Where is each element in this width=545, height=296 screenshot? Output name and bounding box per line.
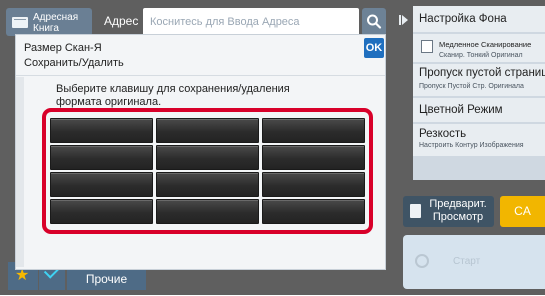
search-icon [367,14,382,29]
ok-button[interactable]: OK [364,38,384,58]
scan-size-dialog: Размер Скан-Я Сохранить/Удалить OK Выбер… [15,34,386,270]
right-settings-panel: Настройка Фона Медленное Сканирование Ск… [413,6,545,180]
preview-button[interactable]: Предварит. Просмотр [403,196,494,227]
start-button[interactable]: Старт [403,235,545,289]
setting-color-mode[interactable]: Цветной Режим [413,98,545,122]
panel-collapse-icon[interactable] [402,15,408,25]
size-key-1[interactable] [50,118,153,143]
setting-sharpness[interactable]: Резкость Настроить Контур Изображения [413,124,545,156]
highlight-frame [42,108,373,234]
slow-scan-checkbox[interactable] [421,40,433,53]
size-key-8[interactable] [156,172,259,197]
setting-background-adjust[interactable]: Настройка Фона [413,6,545,32]
dialog-edge [16,77,24,267]
preview-icon [410,204,421,218]
size-key-10[interactable] [50,199,153,224]
address-input[interactable]: Коснитесь для Ввода Адреса [143,8,359,36]
divider [16,75,385,76]
dialog-title: Размер Скан-Я [24,42,102,54]
size-key-9[interactable] [262,172,365,197]
size-key-3[interactable] [262,118,365,143]
instruction-text: Выберите клавишу для сохранения/удаления… [56,83,290,108]
setting-blank-page-skip[interactable]: Пропуск пустой страницы Пропуск Пустой С… [413,64,545,96]
size-key-11[interactable] [156,199,259,224]
size-key-grid [50,118,365,224]
search-button[interactable] [362,8,386,36]
size-key-5[interactable] [156,145,259,170]
size-key-7[interactable] [50,172,153,197]
size-key-12[interactable] [262,199,365,224]
start-icon [415,254,429,268]
address-book-label: Адресная Книга [33,12,79,34]
address-label: Адрес [104,14,139,28]
size-key-4[interactable] [50,145,153,170]
address-book-button[interactable]: Адресная Книга [6,8,92,36]
clear-all-button[interactable]: CA [500,196,545,227]
dialog-subtitle: Сохранить/Удалить [24,57,124,69]
size-key-6[interactable] [262,145,365,170]
setting-slow-scan[interactable]: Медленное Сканирование Сканир. Тонкий Ор… [413,34,545,62]
size-key-2[interactable] [156,118,259,143]
